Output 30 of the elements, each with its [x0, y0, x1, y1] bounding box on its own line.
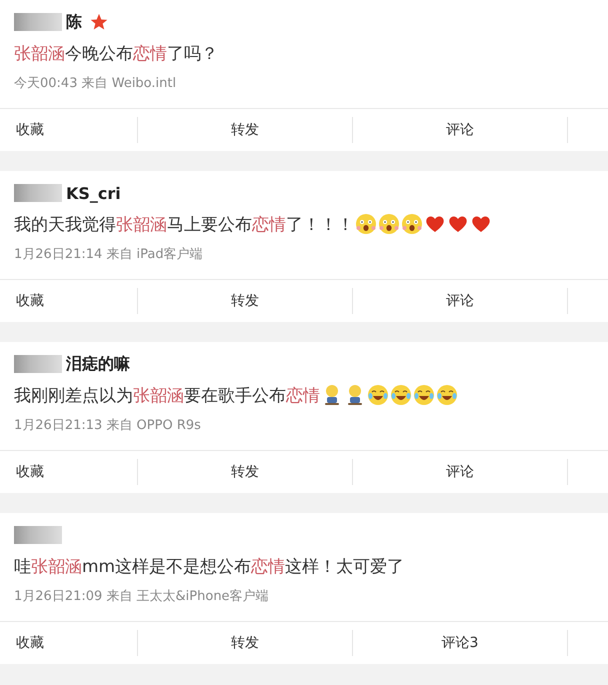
crying-laughing-face-icon — [436, 384, 458, 406]
action-link[interactable]: 转发 — [231, 292, 259, 310]
crying-laughing-face-icon — [390, 384, 412, 406]
shocked-face-icon — [378, 213, 400, 235]
action-link[interactable]: 转发 — [231, 463, 259, 481]
comment-text: 张韶涵今晚公布恋情了吗？ — [14, 42, 218, 64]
comment-text: 我刚刚差点以为张韶涵要在歌手公布恋情 — [14, 384, 320, 406]
comment-text: 哇张韶涵mm这样是不是想公布恋情这样！太可爱了 — [14, 556, 404, 578]
comment-text: 我的天我觉得张韶涵马上要公布恋情了！！！ — [14, 214, 354, 236]
action-link[interactable]: 转发 — [231, 121, 259, 139]
shocked-face-icon — [355, 213, 377, 235]
post-meta: 1月26日21:14 来自 iPad客户端 — [13, 246, 204, 263]
action-link[interactable]: 评论3 — [442, 634, 478, 652]
post-meta: 今天00:43 来自 Weibo.intl — [13, 75, 178, 92]
post-meta: 1月26日21:09 来自 王太太&iPhone客户端 — [13, 588, 270, 605]
action-link[interactable]: 转发 — [231, 634, 259, 652]
action-link[interactable]: 评论 — [446, 121, 474, 139]
action-link[interactable]: 收藏 — [16, 463, 44, 481]
username[interactable]: KS_cri — [66, 184, 121, 202]
action-link[interactable]: 评论 — [446, 463, 474, 481]
shocked-face-icon — [401, 213, 423, 235]
action-link[interactable]: 评论 — [446, 292, 474, 310]
crying-laughing-face-icon — [367, 384, 389, 406]
action-link[interactable]: 收藏 — [16, 634, 44, 652]
post-meta: 1月26日21:13 来自 OPPO R9s — [13, 417, 202, 434]
username[interactable]: 泪痣的嘛 — [66, 354, 130, 374]
username[interactable]: 陈 — [66, 12, 82, 32]
action-link[interactable]: 收藏 — [16, 121, 44, 139]
crying-laughing-face-icon — [413, 384, 435, 406]
action-link[interactable]: 收藏 — [16, 292, 44, 310]
